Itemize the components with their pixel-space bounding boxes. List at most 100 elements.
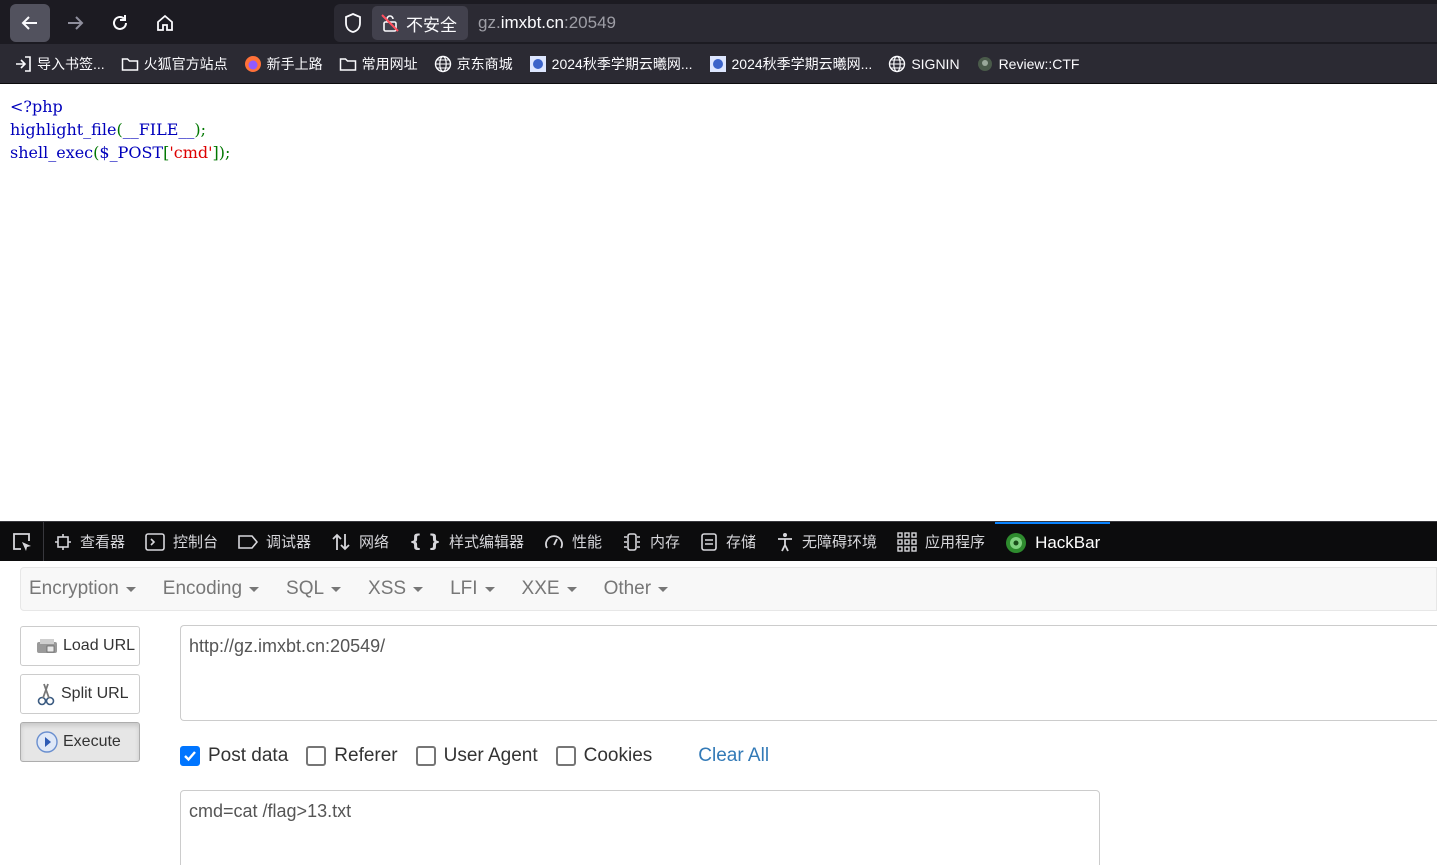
play-icon [35, 730, 59, 754]
menu-xxe[interactable]: XXE [522, 578, 577, 600]
checkbox-label: Cookies [583, 745, 653, 766]
code-line: highlight_file(__FILE__); [10, 118, 230, 141]
bookmark-label: 2024秋季学期云曦网... [551, 55, 693, 72]
site-favicon [529, 55, 547, 73]
bookmarks-toolbar: 导入书签... 火狐官方站点 新手上路 常用网址 京东商城 2024秋季学期云曦… [0, 44, 1437, 84]
menu-label: Encryption [29, 578, 119, 599]
code-constant: __FILE__ [122, 120, 195, 139]
code-function: highlight_file [10, 120, 117, 139]
tab-label: 应用程序 [925, 533, 986, 551]
shield-icon[interactable] [342, 12, 364, 34]
bookmark-folder-firefox-official[interactable]: 火狐官方站点 [121, 54, 228, 74]
network-icon [331, 532, 351, 552]
tab-inspector[interactable]: 查看器 [44, 522, 135, 562]
bookmark-label: 火狐官方站点 [143, 55, 228, 72]
load-url-icon [35, 636, 59, 656]
clear-all-link[interactable]: Clear All [698, 745, 769, 767]
execute-button[interactable]: Execute [20, 722, 140, 762]
tab-memory[interactable]: 内存 [612, 522, 690, 562]
menu-label: LFI [450, 578, 478, 599]
code-punct: ]); [212, 143, 231, 162]
load-url-button[interactable]: Load URL [20, 626, 140, 666]
bookmark-import[interactable]: 导入书签... [14, 54, 105, 74]
folder-icon [121, 55, 139, 73]
site-favicon [709, 55, 727, 73]
post-data-textarea[interactable]: cmd=cat /flag>13.txt [180, 790, 1100, 865]
code-punct: ); [194, 120, 207, 139]
code-line: shell_exec($_POST['cmd']); [10, 141, 230, 164]
tab-label: 样式编辑器 [448, 533, 524, 551]
browser-toolbar: 不安全 gz.imxbt.cn:20549 [0, 0, 1437, 44]
referer-checkbox[interactable]: Referer [306, 745, 398, 767]
reload-button[interactable] [100, 4, 140, 42]
bookmark-label: Review::CTF [998, 55, 1080, 72]
back-button[interactable] [10, 4, 50, 42]
globe-icon [888, 55, 906, 73]
highlighted-php-source: <?php highlight_file(__FILE__); shell_ex… [10, 95, 230, 164]
cookies-checkbox[interactable]: Cookies [555, 745, 653, 767]
menu-lfi[interactable]: LFI [450, 578, 495, 600]
bookmark-folder-common-sites[interactable]: 常用网址 [339, 54, 418, 74]
tab-performance[interactable]: 性能 [534, 522, 612, 562]
menu-xss[interactable]: XSS [368, 578, 424, 600]
tab-application[interactable]: 应用程序 [887, 522, 995, 562]
checkbox-label: Post data [208, 745, 289, 766]
bookmark-jd[interactable]: 京东商城 [434, 54, 513, 74]
tab-label: 无障碍环境 [802, 533, 878, 551]
bookmark-label: 京东商城 [456, 55, 513, 72]
import-icon [14, 55, 32, 73]
tab-label: 调试器 [266, 533, 312, 551]
home-icon [157, 14, 173, 31]
address-bar[interactable]: 不安全 gz.imxbt.cn:20549 [334, 4, 1437, 42]
tab-style-editor[interactable]: { } 样式编辑器 [399, 522, 534, 562]
menu-encryption[interactable]: Encryption [29, 578, 136, 600]
home-button[interactable] [145, 4, 185, 42]
tab-network[interactable]: 网络 [321, 522, 399, 562]
bookmark-yunxi-2[interactable]: 2024秋季学期云曦网... [709, 54, 873, 74]
caret-down-icon [331, 586, 342, 592]
bookmark-yunxi-1[interactable]: 2024秋季学期云曦网... [529, 54, 693, 74]
connection-insecure-indicator[interactable]: 不安全 [372, 6, 468, 40]
bookmark-review-ctf[interactable]: Review::CTF [976, 55, 1080, 73]
tab-console[interactable]: 控制台 [135, 522, 228, 562]
checkbox-label: User Agent [443, 745, 538, 766]
element-picker-button[interactable] [0, 521, 44, 562]
globe-icon [434, 55, 452, 73]
bookmark-label: 2024秋季学期云曦网... [731, 55, 873, 72]
menu-label: XXE [521, 578, 560, 599]
checkbox-unchecked-icon [415, 746, 436, 766]
caret-down-icon [125, 586, 136, 592]
tab-label: 网络 [359, 533, 390, 551]
code-line: <?php [10, 95, 230, 118]
braces-icon: { } [409, 531, 441, 552]
post-data-checkbox[interactable]: Post data [180, 745, 288, 767]
menu-encoding[interactable]: Encoding [163, 578, 260, 600]
tab-label: 存储 [726, 533, 757, 551]
user-agent-checkbox[interactable]: User Agent [415, 745, 538, 767]
tab-debugger[interactable]: 调试器 [228, 522, 321, 562]
caret-down-icon [249, 586, 260, 592]
menu-other[interactable]: Other [604, 578, 669, 600]
caret-down-icon [566, 586, 577, 592]
bookmark-signin[interactable]: SIGNIN [888, 55, 960, 73]
url-textarea[interactable]: http://gz.imxbt.cn:20549/ [180, 625, 1437, 721]
caret-down-icon [658, 586, 669, 592]
code-variable: $_POST [99, 143, 164, 162]
url-port: :20549 [563, 13, 616, 32]
hackbar-menu: Encryption Encoding SQL XSS LFI XXE Othe… [20, 567, 1437, 611]
accessibility-icon [776, 532, 794, 552]
split-url-button[interactable]: Split URL [20, 674, 140, 714]
url-text[interactable]: gz.imxbt.cn:20549 [478, 13, 616, 33]
caret-down-icon [484, 586, 495, 592]
tab-accessibility[interactable]: 无障碍环境 [766, 522, 887, 562]
forward-button[interactable] [55, 4, 95, 42]
bookmark-getting-started[interactable]: 新手上路 [244, 54, 323, 74]
tab-label: HackBar [1035, 532, 1101, 552]
tab-storage[interactable]: 存储 [690, 522, 766, 562]
url-host: imxbt.cn [500, 13, 564, 32]
console-icon [145, 532, 165, 551]
url-prefix: gz. [478, 13, 501, 32]
menu-sql[interactable]: SQL [286, 578, 342, 600]
ctf-favicon [976, 55, 994, 73]
tab-hackbar[interactable]: HackBar [995, 521, 1111, 562]
